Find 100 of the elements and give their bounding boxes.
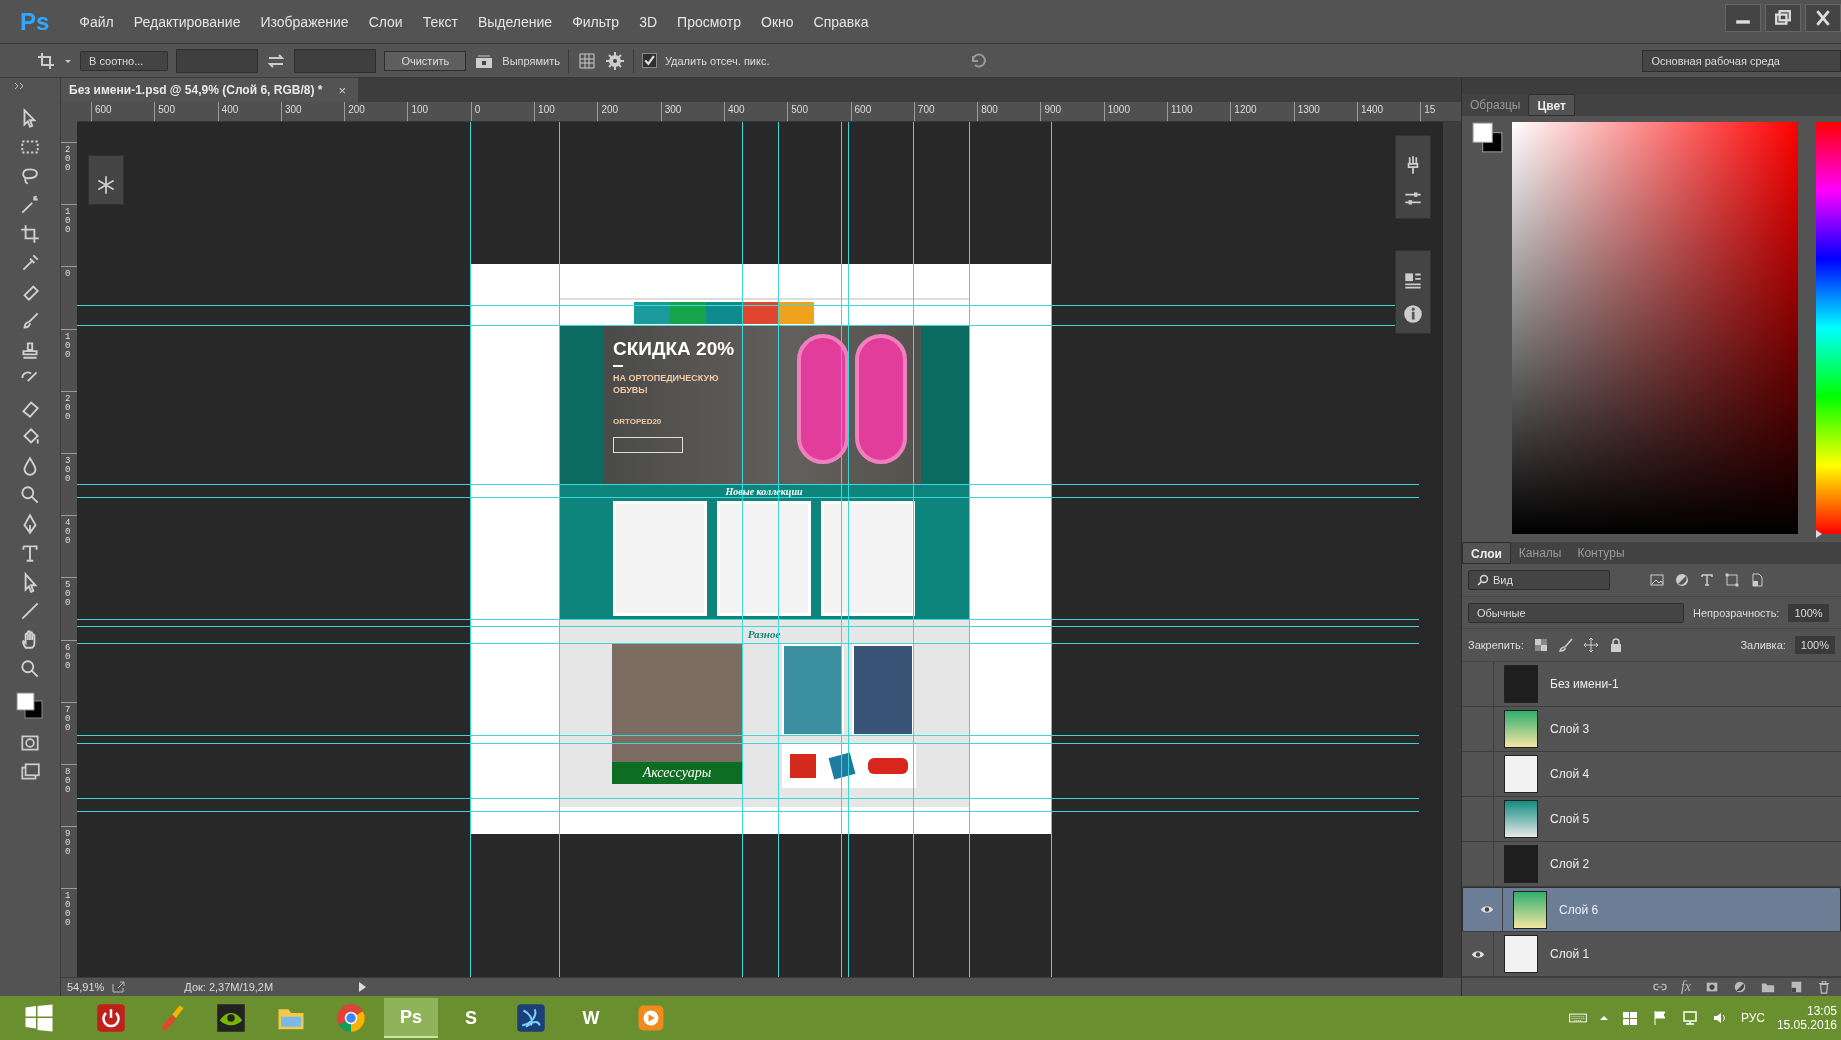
taskbar-app[interactable]: S	[444, 998, 498, 1038]
clock-date[interactable]: 15.05.2016	[1776, 1018, 1837, 1032]
blend-mode-select[interactable]: Обычные	[1468, 602, 1684, 623]
collapse-icon[interactable]	[14, 82, 26, 90]
gear-icon[interactable]	[604, 50, 625, 71]
layer-thumbnail	[1504, 800, 1538, 839]
type-icon[interactable]	[1699, 571, 1715, 588]
layer-row[interactable]: Слой 5	[1462, 797, 1841, 843]
layer-name: Слой 3	[1550, 722, 1590, 737]
type-tool-icon[interactable]	[19, 542, 41, 564]
panel-tab[interactable]: Контуры	[1569, 541, 1633, 564]
layer-row[interactable]: Слой 1	[1462, 932, 1841, 978]
minimize-icon[interactable]	[1725, 4, 1761, 32]
crop-icon[interactable]	[36, 50, 56, 71]
ruler-label: 1200	[1230, 102, 1294, 121]
info-icon[interactable]	[1402, 303, 1424, 325]
line-icon[interactable]	[19, 600, 41, 622]
layer-name: Слой 1	[1550, 947, 1590, 962]
taskbar-app[interactable]: W	[564, 998, 618, 1038]
panel-tab[interactable]: Цвет	[1528, 93, 1575, 116]
menu-item[interactable]: Просмотр	[667, 13, 751, 30]
checkbox-label: Удалить отсеч. пикс.	[664, 54, 770, 67]
half-circle-icon[interactable]	[1674, 571, 1690, 588]
opacity-field[interactable]: 100%	[1788, 603, 1829, 622]
keyboard-icon[interactable]	[1568, 1010, 1587, 1026]
stamp-icon[interactable]	[19, 339, 41, 361]
banner-subtitle: НА ОРТОПЕДИЧЕСКУЮ ОБУВЬ!	[613, 372, 720, 396]
ruler-label: 1000	[1103, 102, 1168, 121]
panel-tab[interactable]: Образцы	[1462, 93, 1529, 116]
checkbox[interactable]	[641, 53, 657, 68]
tab-close[interactable]: ×	[338, 82, 346, 98]
accessories-label: Аксессуары	[612, 762, 742, 784]
color-field[interactable]	[1512, 121, 1798, 534]
menu-item[interactable]: Слои	[358, 13, 413, 30]
layer-thumbnail	[1504, 710, 1538, 749]
ruler-label: 100	[534, 102, 598, 121]
menu-item[interactable]: Изображение	[250, 13, 359, 30]
half-circle-icon[interactable]	[1733, 980, 1747, 995]
grid-icon[interactable]	[576, 50, 597, 71]
crop-icon[interactable]	[19, 223, 41, 245]
snowflake-icon[interactable]	[95, 174, 117, 196]
network-icon[interactable]	[1680, 1010, 1699, 1026]
play-icon[interactable]	[357, 981, 368, 993]
language-indicator[interactable]: РУС	[1740, 1011, 1765, 1025]
magic-wand-icon[interactable]	[19, 194, 41, 216]
color-swatches-icon[interactable]	[1472, 121, 1504, 154]
layer-row[interactable]: Слой 3	[1462, 707, 1841, 753]
ruler-label: 1100	[1167, 102, 1231, 121]
clock-time[interactable]: 13:05	[1806, 1004, 1837, 1018]
filter-select[interactable]: Вид	[1468, 569, 1610, 590]
layer-name: Слой 2	[1550, 857, 1590, 872]
width-field[interactable]	[176, 48, 259, 73]
ruler-label: 300	[660, 102, 724, 121]
restore-icon[interactable]	[1765, 4, 1801, 32]
layer-row[interactable]: Слой 4	[1462, 752, 1841, 798]
shape-icon[interactable]	[1724, 571, 1740, 588]
move-icon[interactable]	[1582, 637, 1599, 654]
menu-item[interactable]: Фильтр	[562, 13, 630, 30]
zoom-level: 54,91%	[67, 981, 105, 993]
ruler-label: 1400	[1356, 102, 1421, 121]
windows-logo-icon[interactable]	[1620, 1010, 1639, 1026]
ruler-label: 400	[723, 102, 788, 121]
fill-field[interactable]: 100%	[1794, 636, 1835, 655]
lock-label: Закрепить:	[1468, 639, 1524, 652]
play-icon	[636, 1003, 666, 1033]
ratio-select[interactable]: В соотно...	[80, 50, 169, 71]
menu-item[interactable]: Окно	[751, 13, 804, 30]
filter-value: Вид	[1493, 573, 1513, 586]
effects-button[interactable]: fx	[1680, 979, 1691, 996]
layer-row[interactable]: Без имени-1	[1462, 662, 1841, 708]
panel-tab[interactable]: Слои	[1462, 541, 1511, 564]
close-icon[interactable]	[1805, 4, 1841, 32]
windows-logo-icon[interactable]	[24, 1003, 54, 1033]
color-swatches-icon[interactable]	[15, 691, 45, 721]
magnifier-icon[interactable]	[19, 658, 41, 680]
menu-item[interactable]: Текст	[412, 13, 468, 30]
ruler-label: 500	[154, 102, 218, 121]
document-icon[interactable]	[1749, 571, 1765, 588]
layer-row[interactable]: Слой 6	[1462, 887, 1841, 933]
height-field[interactable]	[294, 48, 377, 73]
panel-tab[interactable]: Каналы	[1510, 541, 1570, 564]
magnifier-icon[interactable]	[19, 484, 41, 506]
menu-item[interactable]: Справка	[803, 13, 879, 30]
menu-item[interactable]: 3D	[629, 13, 668, 30]
scrollbar-track[interactable]	[1443, 122, 1461, 977]
straighten-button[interactable]: Выпрямить	[502, 54, 560, 67]
new-layer-icon[interactable]	[1789, 980, 1803, 995]
caret-icon[interactable]	[1598, 1013, 1609, 1023]
document-tab[interactable]: Без имени-1.psd @ 54,9% (Слой 6, RGB/8) * ×	[61, 78, 358, 102]
trash-icon[interactable]	[1817, 980, 1831, 995]
clear-button[interactable]: Очистить	[384, 50, 467, 71]
menu-item[interactable]: Редактирование	[123, 13, 251, 30]
checkerboard-icon[interactable]	[1532, 637, 1549, 654]
menu-item[interactable]: Выделение	[467, 13, 563, 30]
export-icon[interactable]	[112, 981, 127, 993]
ruler-label: 400	[217, 102, 281, 121]
menu-item[interactable]: Файл	[69, 13, 124, 30]
lasso-icon[interactable]	[19, 165, 41, 187]
image-icon[interactable]	[1649, 571, 1665, 588]
workspace-select[interactable]: Основная рабочая среда	[1642, 49, 1841, 72]
